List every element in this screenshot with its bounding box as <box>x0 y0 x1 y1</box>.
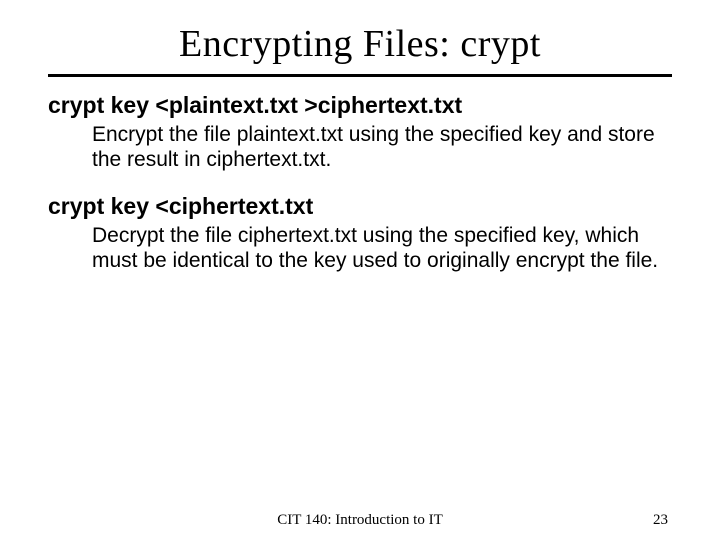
description-decrypt: Decrypt the file ciphertext.txt using th… <box>92 223 672 273</box>
title-divider <box>48 74 672 77</box>
description-encrypt: Encrypt the file plaintext.txt using the… <box>92 122 672 172</box>
section-decrypt: crypt key <ciphertext.txt Decrypt the fi… <box>48 192 672 273</box>
command-encrypt: crypt key <plaintext.txt >ciphertext.txt <box>48 91 672 120</box>
footer-page-number: 23 <box>653 512 668 529</box>
command-decrypt: crypt key <ciphertext.txt <box>48 192 672 221</box>
section-encrypt: crypt key <plaintext.txt >ciphertext.txt… <box>48 91 672 172</box>
slide-title: Encrypting Files: crypt <box>48 22 672 66</box>
footer-course: CIT 140: Introduction to IT <box>0 512 720 529</box>
